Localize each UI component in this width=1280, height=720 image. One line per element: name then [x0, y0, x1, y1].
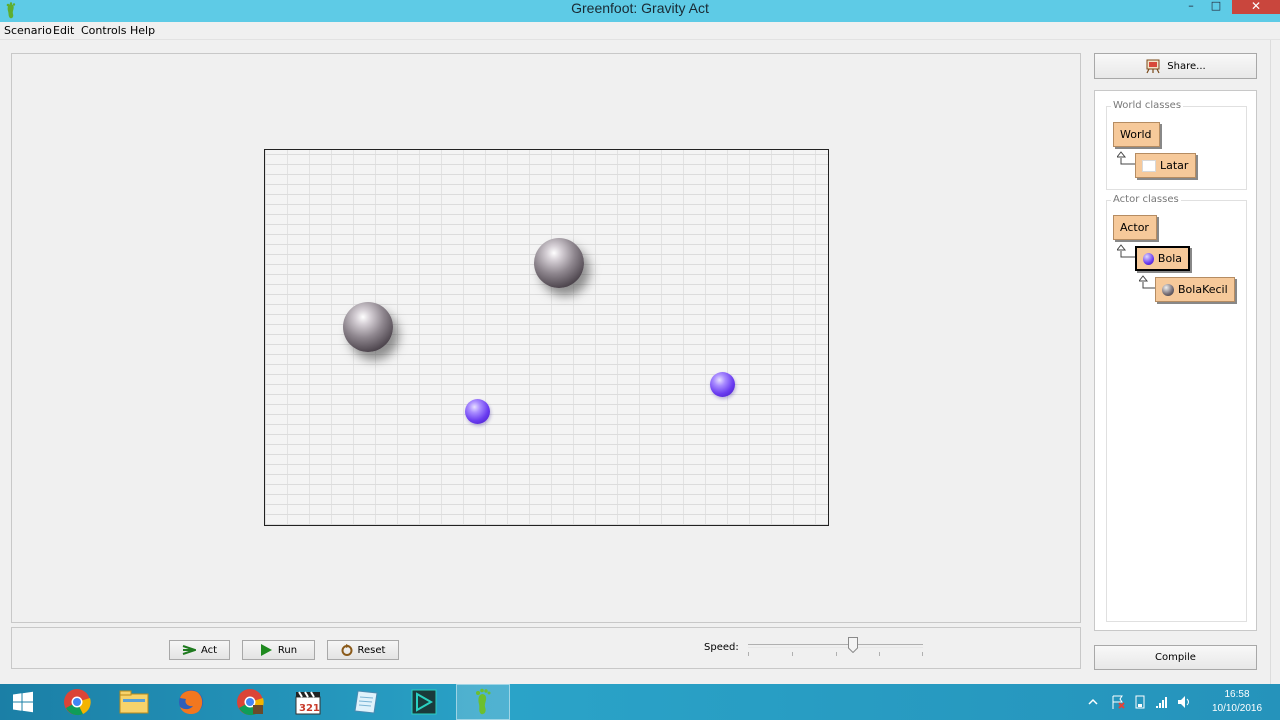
chrome-icon[interactable] — [50, 684, 104, 720]
controls-panel: Act Run Reset Speed: — [11, 627, 1081, 669]
class-bolakecil-label: BolaKecil — [1178, 283, 1228, 296]
speed-tick — [922, 652, 923, 656]
compile-label: Compile — [1155, 652, 1196, 663]
small-ball-actor[interactable] — [465, 399, 490, 424]
taskbar: 321 16:58 10/10/2016 — [0, 684, 1280, 720]
speed-slider-thumb[interactable] — [848, 637, 858, 653]
svg-text:321: 321 — [299, 703, 320, 714]
speed-slider-track[interactable] — [748, 644, 923, 648]
menu-scenario[interactable]: Scenario — [4, 24, 52, 37]
taskbar-clock[interactable]: 16:58 10/10/2016 — [1198, 688, 1276, 716]
act-label: Act — [200, 644, 218, 656]
media-player-icon[interactable] — [397, 684, 451, 720]
menu-controls[interactable]: Controls — [81, 24, 127, 37]
act-arrow-icon — [182, 645, 196, 655]
firefox-icon[interactable] — [164, 684, 218, 720]
act-button[interactable]: Act — [169, 640, 230, 660]
run-play-icon — [260, 644, 272, 656]
window-title: Greenfoot: Gravity Act — [571, 0, 709, 16]
show-hidden-icons-icon[interactable] — [1086, 695, 1100, 709]
class-bola-label: Bola — [1157, 252, 1182, 265]
minimize-button[interactable]: – — [1178, 0, 1204, 14]
compile-button[interactable]: Compile — [1094, 645, 1257, 670]
firefox-logo-icon — [179, 690, 203, 715]
big-ball-actor[interactable] — [343, 302, 393, 352]
world-canvas[interactable] — [264, 149, 829, 526]
small-ball-actor[interactable] — [710, 372, 735, 397]
speed-tick — [748, 652, 749, 656]
latar-icon — [1142, 159, 1156, 172]
window-edge-scrollbar — [1270, 40, 1280, 688]
speed-tick — [836, 652, 837, 656]
close-button[interactable]: ✕ — [1232, 0, 1280, 14]
network-icon[interactable] — [1132, 694, 1148, 710]
reset-icon — [341, 644, 353, 656]
inheritance-arrow-icon — [1117, 151, 1135, 165]
greenfoot-icon[interactable] — [456, 684, 510, 720]
clapper-icon: 321 — [295, 691, 321, 715]
share-easel-icon — [1146, 59, 1160, 74]
signal-strength-icon[interactable] — [1154, 694, 1170, 710]
tablet-notes-icon — [354, 690, 378, 714]
class-world-label: World — [1120, 128, 1152, 141]
class-actor[interactable]: Actor — [1113, 215, 1157, 240]
class-world[interactable]: World — [1113, 122, 1160, 147]
video-editor-icon[interactable]: 321 — [281, 684, 335, 720]
chrome-profile-icon — [237, 689, 264, 716]
big-ball-actor[interactable] — [534, 238, 584, 288]
reset-label: Reset — [357, 644, 386, 656]
class-latar[interactable]: Latar — [1135, 153, 1196, 178]
run-button[interactable]: Run — [242, 640, 315, 660]
menu-help[interactable]: Help — [130, 24, 155, 37]
clock-date: 10/10/2016 — [1211, 703, 1263, 714]
class-browser: World classes World Latar Actor classes … — [1094, 90, 1257, 631]
menu-edit[interactable]: Edit — [53, 24, 74, 37]
title-bar: Greenfoot: Gravity Act – □ ✕ — [0, 0, 1280, 22]
purple-ball-icon — [1143, 252, 1154, 265]
share-label: Share... — [1167, 60, 1206, 72]
system-tray — [1086, 684, 1192, 720]
windows-start-icon[interactable] — [0, 684, 46, 720]
inheritance-arrow-icon — [1117, 244, 1135, 258]
class-actor-label: Actor — [1120, 221, 1149, 234]
world-classes-label: World classes — [1111, 100, 1184, 111]
chrome-logo-icon — [64, 689, 91, 716]
action-center-flag-icon[interactable] — [1110, 694, 1126, 710]
menu-bar: Scenario Edit Controls Help — [0, 22, 1280, 40]
speed-tick — [792, 652, 793, 656]
speed-label: Speed: — [704, 642, 739, 653]
actor-classes-label: Actor classes — [1111, 194, 1181, 205]
notepad-icon[interactable] — [339, 684, 393, 720]
maximize-button[interactable]: □ — [1203, 0, 1229, 14]
class-latar-label: Latar — [1160, 159, 1189, 172]
media-logo-icon — [411, 689, 437, 715]
class-bola[interactable]: Bola — [1135, 246, 1190, 271]
folder-icon — [119, 690, 149, 714]
volume-icon[interactable] — [1176, 694, 1192, 710]
share-button[interactable]: Share... — [1094, 53, 1257, 79]
run-label: Run — [277, 644, 298, 656]
class-bolakecil[interactable]: BolaKecil — [1155, 277, 1235, 302]
chrome-alt-icon[interactable] — [223, 684, 277, 720]
clock-time: 16:58 — [1224, 689, 1250, 700]
grey-ball-icon — [1162, 283, 1174, 296]
file-explorer-icon[interactable] — [107, 684, 161, 720]
speed-tick — [879, 652, 880, 656]
greenfoot-foot-icon — [476, 688, 491, 715]
windows-logo-icon — [13, 691, 33, 713]
reset-button[interactable]: Reset — [327, 640, 399, 660]
